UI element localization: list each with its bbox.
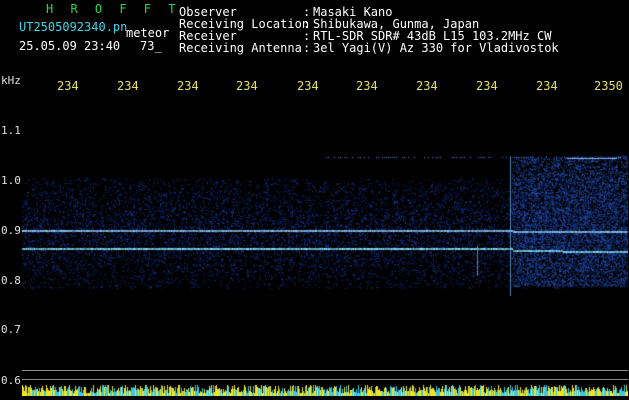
file-name: UT2505092340.pn xyxy=(19,20,128,34)
spectrogram-plot xyxy=(22,96,628,396)
grid-line xyxy=(22,370,628,371)
x-tick: 234 xyxy=(236,79,258,93)
date-time: 25.05.09 23:40 xyxy=(19,39,121,53)
y-tick-0.7: 0.7 xyxy=(1,323,21,336)
y-tick-1.0: 1.0 xyxy=(1,174,21,187)
info-separator: : xyxy=(303,41,311,55)
y-tick-0.6: 0.6 xyxy=(1,374,21,387)
x-tick: 234 xyxy=(416,79,438,93)
x-tick: 234 xyxy=(297,79,319,93)
info-label-antenna: Receiving Antenna xyxy=(179,41,302,55)
info-value-antenna: 3el Yagi(V) Az 330 for Vladivostok xyxy=(313,41,559,55)
meteor-label: meteor xyxy=(126,26,170,40)
y-tick-1.1: 1.1 xyxy=(1,124,21,137)
meteor-count: 73_ xyxy=(140,39,162,53)
app-logo: H R O F F T xyxy=(46,2,181,16)
y-axis-unit: kHz xyxy=(1,74,21,87)
y-tick-0.9: 0.9 xyxy=(1,224,21,237)
x-tick: 234 xyxy=(476,79,498,93)
x-tick: 234 xyxy=(177,79,199,93)
x-tick: 234 xyxy=(536,79,558,93)
x-tick: 234 xyxy=(117,79,139,93)
x-tick: 234 xyxy=(356,79,378,93)
y-tick-0.8: 0.8 xyxy=(1,274,21,287)
x-tick: 234 xyxy=(57,79,79,93)
grid-line xyxy=(22,379,628,380)
x-tick: 2350 xyxy=(594,79,623,93)
